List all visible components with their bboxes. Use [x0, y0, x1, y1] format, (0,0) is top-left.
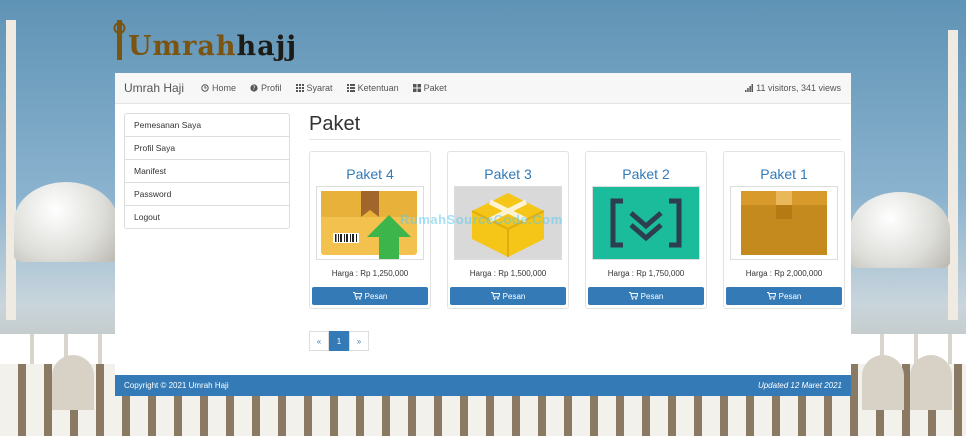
nav-home-label: Home — [212, 83, 237, 93]
package-card: Paket 3 Harga : Rp 1,500,000 Pesan — [447, 151, 569, 309]
footer-updated: Updated 12 Maret 2021 — [757, 381, 842, 390]
nav-profil-label: Profil — [261, 83, 282, 93]
sidebar-item-password[interactable]: Password — [125, 183, 289, 206]
svg-text:?: ? — [252, 85, 255, 92]
cart-icon — [352, 292, 362, 300]
package-title[interactable]: Paket 4 — [310, 166, 430, 182]
package-price: Harga : Rp 1,250,000 — [331, 269, 409, 278]
order-button-label: Pesan — [364, 291, 388, 301]
mosque-logo-icon — [113, 20, 126, 60]
pagination: « 1 » — [309, 331, 369, 351]
cart-icon — [628, 292, 638, 300]
cart-icon — [490, 292, 500, 300]
sidebar-item-manifest[interactable]: Manifest — [125, 160, 289, 183]
nav-syarat-label: Syarat — [306, 83, 333, 93]
footer: Copyright © 2021 Umrah Haji Updated 12 M… — [115, 375, 851, 396]
order-button-label: Pesan — [778, 291, 802, 301]
order-button[interactable]: Pesan — [726, 287, 842, 305]
nav-paket-label: Paket — [423, 83, 447, 93]
package-price: Harga : Rp 1,500,000 — [469, 269, 547, 278]
grid-icon — [295, 84, 304, 92]
cart-icon — [766, 292, 776, 300]
cardboard-box-icon — [731, 187, 837, 259]
package-title[interactable]: Paket 2 — [586, 166, 706, 182]
sidebar-item-profil[interactable]: Profil Saya — [125, 137, 289, 160]
sidebar-menu: Pemesanan Saya Profil Saya Manifest Pass… — [124, 113, 290, 229]
logo-text-sub: hajj — [236, 31, 298, 62]
sidebar-item-pemesanan[interactable]: Pemesanan Saya — [125, 114, 289, 137]
order-button-label: Pesan — [502, 291, 526, 301]
signal-bars-icon — [745, 84, 754, 92]
package-card: Paket 4 Harga : Rp 1,250,000 Pesan — [309, 151, 431, 309]
nav-syarat[interactable]: Syarat — [289, 83, 340, 93]
footer-copyright: Copyright © 2021 Umrah Haji — [124, 381, 229, 390]
visitor-stats-text: 11 visitors, 341 views — [756, 83, 841, 93]
package-title[interactable]: Paket 3 — [448, 166, 568, 182]
package-card: Paket 2 Harga : Rp 1,750,000 Pesan — [585, 151, 707, 309]
list-icon — [346, 84, 355, 92]
visitor-stats: 11 visitors, 341 views — [745, 83, 851, 93]
order-button[interactable]: Pesan — [450, 287, 566, 305]
package-price: Harga : Rp 2,000,000 — [745, 269, 823, 278]
nav-home[interactable]: Home — [194, 83, 243, 93]
site-logo[interactable]: Umrahhajj — [112, 8, 297, 62]
package-image — [592, 186, 700, 260]
top-navbar: Umrah Haji Home ? Profil Syarat Ketentua… — [115, 73, 851, 104]
title-divider — [309, 139, 841, 140]
pagination-next[interactable]: » — [349, 331, 369, 351]
package-price: Harga : Rp 1,750,000 — [607, 269, 685, 278]
pagination-page-1[interactable]: 1 — [329, 331, 349, 351]
nav-paket[interactable]: Paket — [406, 83, 454, 93]
logo-text-main: Umrah — [128, 31, 237, 62]
order-button[interactable]: Pesan — [588, 287, 704, 305]
page-title: Paket — [309, 113, 361, 135]
order-button-label: Pesan — [640, 291, 664, 301]
nav-ketentuan[interactable]: Ketentuan — [340, 83, 406, 93]
nav-profil[interactable]: ? Profil — [243, 83, 289, 93]
main-container: Umrah Haji Home ? Profil Syarat Ketentua… — [115, 73, 851, 396]
package-card: Paket 1 Harga : Rp 2,000,000 Pesan — [723, 151, 845, 309]
sidebar-item-logout[interactable]: Logout — [125, 206, 289, 228]
nav-ketentuan-label: Ketentuan — [357, 83, 399, 93]
download-chevron-icon — [593, 187, 699, 259]
clock-icon — [201, 84, 209, 92]
watermark: RumahSourceCode.Com — [400, 212, 563, 227]
question-icon: ? — [250, 84, 258, 92]
pagination-prev[interactable]: « — [309, 331, 329, 351]
navbar-brand[interactable]: Umrah Haji — [115, 81, 194, 95]
package-title[interactable]: Paket 1 — [724, 166, 844, 182]
tiles-icon — [412, 84, 421, 92]
order-button[interactable]: Pesan — [312, 287, 428, 305]
package-image — [730, 186, 838, 260]
